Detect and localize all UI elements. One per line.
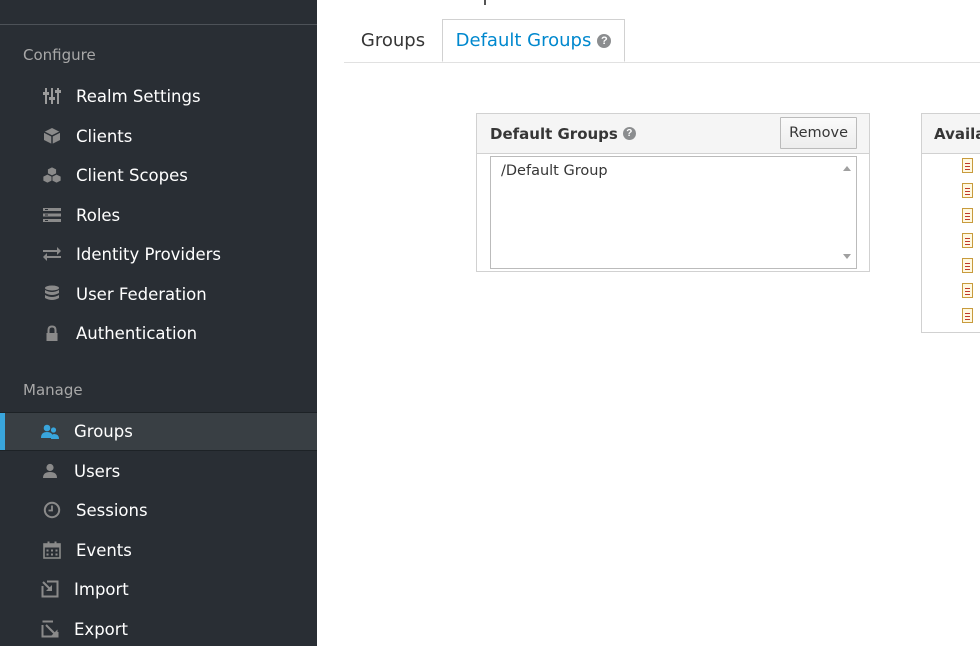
tab-default-groups[interactable]: Default Groups ? [442,19,625,62]
scroll-down-arrow[interactable] [843,254,851,259]
user-icon [40,461,60,481]
configure-section-title: Configure [23,46,96,64]
available-groups-panel: Availal [921,113,980,333]
panel-title: Default Groups [490,124,618,143]
sidebar-item-label: Sessions [76,500,148,520]
sidebar-item-label: Identity Providers [76,244,222,264]
lock-icon [42,323,62,343]
sidebar-item-label: Users [74,461,121,481]
sidebar: Configure Realm Settings Clients Client … [0,0,317,646]
document-icon[interactable] [962,208,973,223]
roles-icon [42,205,62,225]
sidebar-item-realm-settings[interactable]: Realm Settings [0,77,317,115]
panel-title: Availal [922,114,980,154]
tab-label: Groups [360,30,426,51]
document-icon[interactable] [962,233,973,248]
sidebar-item-label: Export [74,619,129,639]
sidebar-item-import[interactable]: Import [0,570,317,608]
import-icon [40,579,60,599]
app-window: Configure Realm Settings Clients Client … [0,0,980,646]
sidebar-item-user-federation[interactable]: User Federation [0,275,317,313]
cube-icon [42,126,62,146]
calendar-icon [42,540,62,560]
clock-icon [42,500,62,520]
remove-button[interactable]: Remove [780,117,857,149]
sidebar-item-export[interactable]: Export [0,610,317,646]
scroll-up-arrow[interactable] [843,166,851,171]
panel-header: Default Groups ? Remove [477,114,869,154]
sidebar-item-roles[interactable]: Roles [0,196,317,234]
export-icon [40,619,60,639]
document-icon[interactable] [962,308,973,323]
title-fragment [484,0,486,5]
sidebar-divider [0,24,317,25]
sidebar-item-clients[interactable]: Clients [0,117,317,155]
sidebar-item-identity-providers[interactable]: Identity Providers [0,235,317,273]
help-icon[interactable]: ? [622,127,636,140]
sidebar-item-sessions[interactable]: Sessions [0,491,317,529]
document-icon[interactable] [962,283,973,298]
sidebar-item-client-scopes[interactable]: Client Scopes [0,156,317,194]
sidebar-item-label: Groups [74,422,133,441]
sidebar-item-label: Client Scopes [76,165,188,185]
document-icon[interactable] [962,158,973,173]
manage-section-title: Manage [23,381,83,399]
sidebar-item-users[interactable]: Users [0,452,317,490]
document-icon[interactable] [962,183,973,198]
users-icon [40,422,60,442]
sidebar-item-label: Roles [76,205,121,225]
sidebar-item-label: Authentication [76,323,198,343]
sidebar-item-label: User Federation [76,284,207,304]
sidebar-item-authentication[interactable]: Authentication [0,314,317,352]
sidebar-item-label: Clients [76,126,133,146]
document-icon[interactable] [962,258,973,273]
database-icon [42,284,62,304]
sliders-icon [42,86,62,106]
sidebar-item-label: Realm Settings [76,86,201,106]
main-content: Groups Default Groups ? Default Groups ?… [317,0,980,646]
list-item[interactable]: /Default Group [501,163,608,179]
sidebar-item-label: Events [76,540,132,560]
exchange-icon [42,244,62,264]
tab-label: Default Groups [455,30,592,51]
sidebar-item-label: Import [74,579,129,599]
tab-groups[interactable]: Groups [344,19,442,62]
help-icon[interactable]: ? [597,33,612,48]
default-groups-listbox[interactable]: /Default Group [490,156,857,269]
sidebar-item-events[interactable]: Events [0,531,317,569]
sidebar-item-groups[interactable]: Groups [0,412,317,451]
cubes-icon [42,165,62,185]
default-groups-panel: Default Groups ? Remove /Default Group [476,113,870,272]
tab-bar: Groups Default Groups ? [344,19,980,63]
